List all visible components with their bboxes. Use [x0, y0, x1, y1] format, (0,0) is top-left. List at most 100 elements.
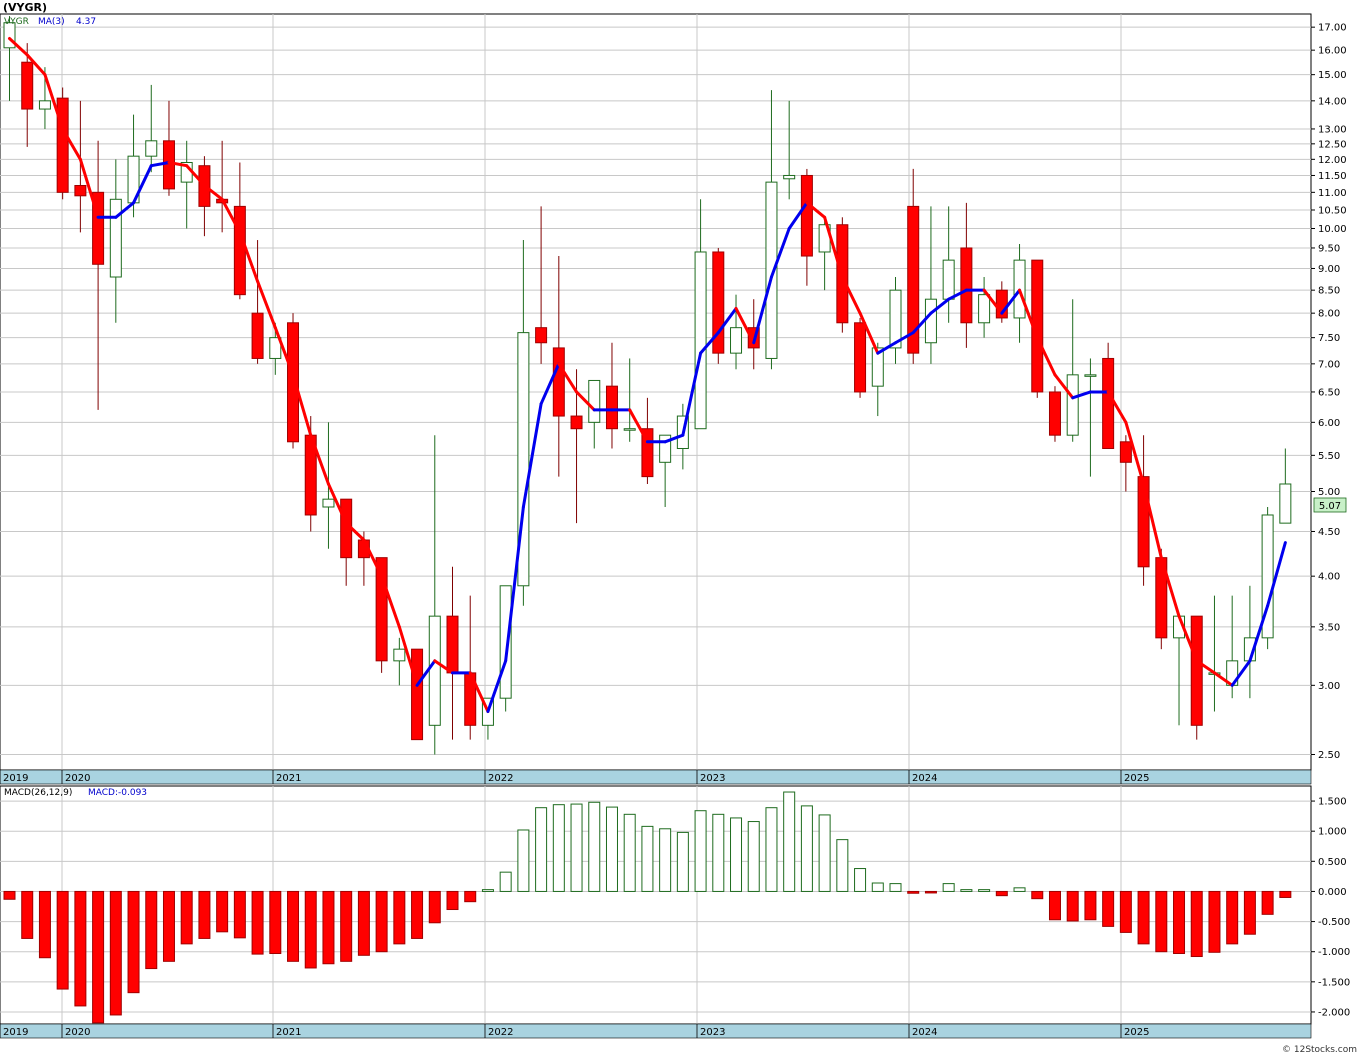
price-tick-label: 5.50 — [1318, 451, 1340, 462]
macd-bar — [21, 890, 34, 939]
macd-bar — [393, 890, 406, 945]
year-label: 2020 — [65, 773, 90, 784]
candle-body — [1119, 441, 1132, 463]
candle-body — [588, 379, 601, 423]
candle-body — [233, 205, 246, 296]
candle-body — [1066, 374, 1079, 436]
price-tick-label: 12.00 — [1318, 155, 1347, 166]
macd-bar — [854, 868, 867, 892]
macd-bar — [1084, 890, 1097, 921]
year-label: 2025 — [1124, 773, 1149, 784]
year-label: 2019 — [3, 773, 28, 784]
candle-body — [730, 327, 743, 354]
price-tick-label: 7.00 — [1318, 359, 1340, 370]
macd-tick-label: -1.000 — [1318, 947, 1350, 958]
last-price-value: 5.07 — [1319, 501, 1341, 512]
candle-body — [499, 585, 512, 699]
chart-canvas: 17.00 16.00 15.00 14.00 13.00 12.50 12.00 11.50… — [0, 0, 1360, 1056]
macd-bar — [304, 890, 317, 969]
macd-bar — [411, 890, 424, 939]
candle — [56, 87, 69, 200]
price-tick-label: 12.50 — [1318, 139, 1347, 150]
macd-bar — [428, 890, 441, 924]
price-tick-label: 2.50 — [1318, 750, 1340, 761]
macd-bar — [552, 804, 565, 892]
price-tick-label: 8.00 — [1318, 309, 1340, 320]
macd-bar — [1137, 890, 1150, 945]
macd-bar — [56, 890, 69, 990]
candle — [1048, 386, 1061, 442]
price-tick-label: 9.50 — [1318, 243, 1340, 254]
price-tick-label: 6.50 — [1318, 387, 1340, 398]
candle-body — [552, 347, 565, 417]
candle-body — [978, 294, 991, 324]
price-tick-label: 16.00 — [1318, 46, 1347, 57]
candle-body — [1084, 374, 1097, 377]
candle-body — [535, 327, 548, 344]
candle-body — [960, 247, 973, 324]
price-year-band — [0, 769, 1312, 785]
candle-body — [287, 322, 300, 443]
macd-bar — [978, 889, 991, 892]
macd-tick-label: 1.000 — [1318, 827, 1347, 838]
macd-label: MACD(26,12,9) — [4, 788, 72, 798]
price-tick-label: 15.00 — [1318, 70, 1347, 81]
candle-body — [251, 312, 264, 359]
macd-bar — [1279, 890, 1292, 898]
macd-bar — [942, 883, 955, 892]
macd-bar — [924, 890, 937, 894]
macd-bar — [889, 883, 902, 892]
macd-tick-label: -2.000 — [1318, 1007, 1350, 1018]
macd-bar — [1119, 890, 1132, 933]
legend-symbol: VYGR — [4, 17, 29, 27]
macd-bar — [357, 890, 370, 956]
macd-bar — [535, 807, 548, 892]
candle-body — [1102, 357, 1115, 450]
macd-bar — [659, 828, 672, 892]
candle-body — [428, 615, 441, 726]
candle-body — [38, 100, 51, 110]
macd-tick-label: -1.500 — [1318, 977, 1350, 988]
stock-chart: 17.00 16.00 15.00 14.00 13.00 12.50 12.00 11.50… — [0, 0, 1360, 1056]
price-tick-label: 11.50 — [1318, 171, 1347, 182]
year-label: 2022 — [488, 1027, 513, 1038]
candle — [287, 313, 300, 449]
price-tick-label: 17.00 — [1318, 23, 1347, 34]
year-label: 2023 — [700, 773, 725, 784]
candle-body — [623, 428, 636, 431]
candle-body — [854, 322, 867, 393]
legend-ma-value: 4.37 — [76, 17, 96, 27]
macd-tick-label: 0.000 — [1318, 887, 1347, 898]
candle-body — [783, 174, 796, 180]
macd-bar — [1208, 890, 1221, 953]
price-tick-label: 6.00 — [1318, 418, 1340, 429]
legend-ma-label: MA(3) — [38, 17, 65, 27]
macd-value-label: MACD:-0.093 — [88, 788, 147, 798]
year-label: 2019 — [3, 1027, 28, 1038]
macd-bar — [995, 890, 1008, 897]
macd-bar — [74, 890, 87, 1007]
candle — [1155, 548, 1168, 650]
macd-bar — [1048, 890, 1061, 921]
candle-body — [942, 259, 955, 300]
year-label: 2020 — [65, 1027, 90, 1038]
candle-body — [56, 97, 69, 193]
price-tick-label: 4.00 — [1318, 572, 1340, 583]
macd-bar — [287, 890, 300, 962]
price-tick-label: 3.00 — [1318, 681, 1340, 692]
year-label: 2021 — [276, 1027, 301, 1038]
candle-body — [800, 174, 813, 257]
macd-year-band — [0, 1023, 1312, 1039]
candle-body — [1048, 391, 1061, 436]
macd-tick-label: 0.500 — [1318, 857, 1347, 868]
price-tick-label: 11.00 — [1318, 188, 1347, 199]
macd-bar — [641, 825, 654, 892]
macd-bar — [730, 817, 743, 892]
macd-bar — [605, 806, 618, 892]
macd-bar — [1066, 890, 1079, 922]
macd-bar — [765, 807, 778, 892]
candle-body — [74, 184, 87, 197]
macd-bar — [269, 890, 282, 955]
candle — [1261, 506, 1274, 650]
candle-body — [411, 648, 424, 741]
